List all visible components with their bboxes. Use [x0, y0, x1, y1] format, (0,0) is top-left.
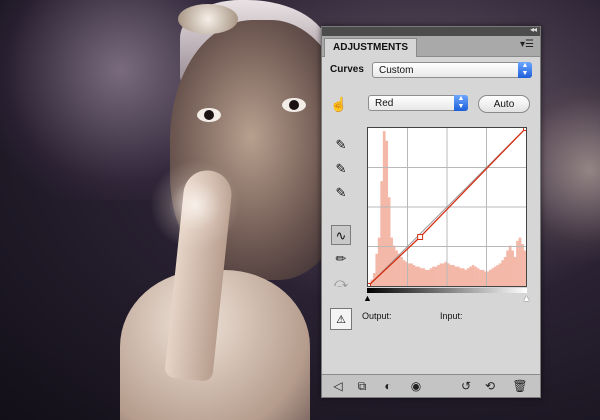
histogram-bar	[419, 268, 423, 286]
histogram-bar	[385, 140, 389, 286]
curve-control-point[interactable]	[367, 283, 371, 287]
histogram-bar	[516, 240, 519, 286]
auto-button[interactable]: Auto	[478, 95, 530, 113]
curve-control-point[interactable]	[417, 234, 424, 240]
curves-label: Curves	[330, 64, 364, 75]
channel-value: Red	[375, 98, 394, 109]
panel-menu-icon[interactable]: ▾☰	[520, 39, 534, 50]
select-arrow-icon: ▲ ▼	[518, 62, 532, 78]
select-arrow-icon: ▲ ▼	[454, 95, 468, 111]
histogram-bar	[402, 260, 406, 286]
channel-select[interactable]: Red ▲ ▼	[368, 95, 468, 111]
tab-adjustments[interactable]: ADJUSTMENTS	[324, 38, 418, 57]
smooth-curve-icon[interactable]: ⤼	[331, 273, 351, 293]
channel-row: ☝ Red ▲ ▼ Auto	[328, 93, 534, 115]
histogram-bar	[491, 268, 495, 286]
panel-tab-bar: ADJUSTMENTS ▾☰	[322, 36, 540, 57]
eyedropper-white-icon[interactable]: ✎	[331, 183, 351, 203]
bird	[178, 4, 238, 34]
histogram-bar	[409, 263, 413, 286]
trash-icon[interactable]: 🗑	[512, 378, 528, 394]
pencil-draw-icon[interactable]: ✏	[331, 249, 351, 269]
histogram-bar	[380, 181, 384, 286]
histogram-bar	[451, 265, 455, 286]
histogram-bar	[434, 266, 438, 286]
preset-select[interactable]: Custom ▲ ▼	[372, 62, 532, 78]
histogram-bar	[503, 256, 507, 286]
curves-graph[interactable]	[367, 127, 527, 287]
histogram-bar	[375, 253, 379, 286]
histogram-bar	[459, 268, 463, 286]
histogram-bar	[387, 197, 391, 286]
histogram-bar	[392, 245, 396, 286]
histogram-bar	[454, 266, 458, 286]
histogram-bar	[506, 250, 510, 286]
histogram-bar	[427, 269, 431, 286]
output-label: Output:	[362, 311, 392, 321]
reset-icon[interactable]: ⟲	[482, 378, 498, 394]
expanded-view-icon[interactable]: ⧉	[354, 378, 370, 394]
histogram-bar	[498, 263, 502, 286]
histogram-bar	[476, 268, 480, 286]
on-image-adjust-hand-icon[interactable]: ☝	[330, 95, 348, 113]
io-row: ⚠ Output: Input:	[328, 308, 534, 332]
view-previous-icon[interactable]: ↺	[458, 378, 474, 394]
histogram-bar	[412, 265, 416, 286]
histogram-bar	[437, 265, 440, 286]
histogram-bar	[464, 269, 468, 286]
visibility-eye-icon[interactable]: ◉	[408, 378, 424, 394]
histogram-bar	[466, 268, 470, 286]
histogram-bar	[474, 266, 477, 286]
curve-edit-icon[interactable]: ∿	[331, 225, 351, 245]
eyedropper-black-icon[interactable]: ✎	[331, 135, 351, 155]
curve-control-point[interactable]	[523, 127, 527, 131]
histogram-bar	[469, 266, 472, 286]
preset-row: Curves Custom ▲ ▼	[328, 62, 534, 82]
double-chevron-right-icon[interactable]: ◂◂	[530, 25, 537, 34]
histogram-bar	[481, 269, 485, 286]
curves-chart[interactable]	[367, 127, 527, 287]
input-gradient-bar	[367, 288, 527, 293]
clipping-display-icon[interactable]: ⚠	[330, 308, 352, 330]
back-arrow-icon[interactable]: ◁	[330, 378, 346, 394]
histogram-bar	[479, 269, 482, 286]
histogram-bar	[422, 268, 426, 286]
black-point-slider[interactable]: ▲	[363, 293, 372, 303]
histogram-bar	[501, 260, 505, 286]
histogram-bar	[471, 265, 475, 286]
white-point-slider[interactable]: ▲	[522, 293, 531, 303]
histogram-bar	[382, 131, 386, 286]
histogram-bar	[377, 237, 381, 286]
histogram-bar	[449, 265, 453, 286]
histogram-bar	[417, 266, 421, 286]
histogram-bar	[488, 269, 492, 286]
pupil	[204, 110, 214, 120]
clip-layer-icon[interactable]: ◐	[380, 378, 396, 394]
adjustments-panel: ◂◂ ADJUSTMENTS ▾☰ Curves Custom ▲ ▼ ☝ Red…	[321, 25, 541, 398]
input-label: Input:	[440, 311, 463, 321]
panel-title-bar[interactable]: ◂◂	[322, 25, 540, 36]
histogram-bar	[511, 250, 514, 286]
histogram-bar	[424, 269, 428, 286]
preset-value: Custom	[379, 65, 414, 76]
histogram-bar	[508, 245, 512, 286]
histogram-bar	[513, 256, 517, 286]
bottom-toolbar: ◁ ⧉ ◐ ◉ ↺ ⟲ 🗑	[322, 374, 540, 397]
histogram-bar	[523, 250, 526, 286]
lens-flare	[150, 160, 240, 250]
histogram-bar	[518, 237, 522, 286]
eyedropper-gray-icon[interactable]: ✎	[331, 159, 351, 179]
histogram-bar	[442, 263, 445, 286]
histogram-bar	[439, 263, 443, 286]
histogram-bar	[496, 265, 500, 286]
histogram-bar	[461, 268, 465, 286]
histogram-bar	[414, 266, 418, 286]
histogram-bar	[493, 266, 497, 286]
histogram-bar	[432, 266, 435, 286]
histogram-bar	[429, 268, 433, 286]
histogram-bar	[400, 256, 403, 286]
histogram-bar	[521, 244, 524, 286]
pupil	[289, 100, 299, 110]
histogram-bar	[456, 266, 460, 286]
